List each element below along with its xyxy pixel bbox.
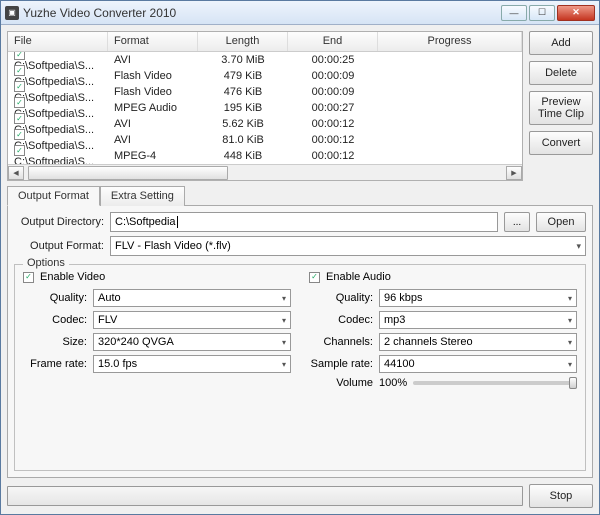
tabs: Output Format Extra Setting Output Direc…	[7, 185, 593, 478]
window-title: Yuzhe Video Converter 2010	[23, 6, 499, 20]
audio-quality-value: 96 kbps	[384, 292, 423, 304]
audio-codec-value: mp3	[384, 314, 405, 326]
preview-time-clip-button[interactable]: PreviewTime Clip	[529, 91, 593, 125]
tab-output-format[interactable]: Output Format	[7, 186, 100, 206]
options-group: Options ✓ Enable Video Quality:Auto Code…	[14, 264, 586, 471]
row-checkbox[interactable]: ✓	[14, 129, 25, 140]
audio-quality-combo[interactable]: 96 kbps	[379, 289, 577, 307]
volume-slider-thumb[interactable]	[569, 377, 577, 389]
text-caret	[177, 216, 178, 228]
col-length[interactable]: Length	[198, 32, 288, 51]
volume-value: 100%	[379, 377, 407, 389]
delete-button[interactable]: Delete	[529, 61, 593, 85]
audio-column: ✓ Enable Audio Quality: 96 kbps Codec: mp3…	[309, 271, 577, 389]
output-format-value: FLV - Flash Video (*.flv)	[115, 240, 231, 252]
video-size-value: 320*240 QVGA	[98, 336, 174, 348]
output-directory-input[interactable]: C:\Softpedia	[110, 212, 498, 232]
convert-button[interactable]: Convert	[529, 131, 593, 155]
options-columns: ✓ Enable Video Quality: Auto Codec: FLV Si…	[23, 271, 577, 389]
col-progress[interactable]: Progress	[378, 32, 522, 51]
audio-channels-value: 2 channels Stereo	[384, 336, 473, 348]
video-framerate-combo[interactable]: 15.0 fps	[93, 355, 291, 373]
scroll-left-button[interactable]: ◀	[8, 166, 24, 180]
table-row[interactable]: ✓C:\Softpedia\S...MPEG-4448 KiB00:00:12	[8, 148, 522, 164]
audio-channels-label: Channels:	[309, 336, 373, 348]
video-size-label: Size:	[23, 336, 87, 348]
minimize-button[interactable]: —	[501, 5, 527, 21]
audio-codec-label: Codec:	[309, 314, 373, 326]
app-window: ▣ Yuzhe Video Converter 2010 — ☐ ✕ File …	[0, 0, 600, 515]
col-format[interactable]: Format	[108, 32, 198, 51]
output-format-label: Output Format:	[14, 240, 104, 252]
video-framerate-label: Frame rate:	[23, 358, 87, 370]
tab-extra-setting[interactable]: Extra Setting	[100, 186, 185, 206]
enable-video-checkbox[interactable]: ✓	[23, 272, 34, 283]
col-file[interactable]: File	[8, 32, 108, 51]
content-area: File Format Length End Progress ✓C:\Soft…	[1, 25, 599, 514]
file-list-header: File Format Length End Progress	[8, 32, 522, 52]
volume-slider[interactable]	[413, 381, 577, 385]
output-directory-label: Output Directory:	[14, 216, 104, 228]
row-checkbox[interactable]: ✓	[14, 81, 25, 92]
row-checkbox[interactable]: ✓	[14, 52, 25, 60]
enable-audio-row: ✓ Enable Audio	[309, 271, 577, 283]
browse-button[interactable]: ...	[504, 212, 530, 232]
video-framerate-value: 15.0 fps	[98, 358, 137, 370]
file-list: File Format Length End Progress ✓C:\Soft…	[7, 31, 523, 181]
side-buttons: Add Delete PreviewTime Clip Convert	[529, 31, 593, 181]
audio-channels-combo[interactable]: 2 channels Stereo	[379, 333, 577, 351]
audio-samplerate-combo[interactable]: 44100	[379, 355, 577, 373]
video-quality-label: Quality:	[23, 292, 87, 304]
enable-video-row: ✓ Enable Video	[23, 271, 291, 283]
maximize-button[interactable]: ☐	[529, 5, 555, 21]
row-checkbox[interactable]: ✓	[14, 65, 25, 76]
app-icon: ▣	[5, 6, 19, 20]
add-button[interactable]: Add	[529, 31, 593, 55]
enable-audio-label: Enable Audio	[326, 271, 391, 283]
volume-label: Volume	[309, 377, 373, 389]
col-end[interactable]: End	[288, 32, 378, 51]
enable-audio-checkbox[interactable]: ✓	[309, 272, 320, 283]
audio-samplerate-label: Sample rate:	[309, 358, 373, 370]
enable-video-label: Enable Video	[40, 271, 105, 283]
tabstrip: Output Format Extra Setting	[7, 186, 593, 206]
video-codec-combo[interactable]: FLV	[93, 311, 291, 329]
close-button[interactable]: ✕	[557, 5, 595, 21]
open-button[interactable]: Open	[536, 212, 586, 232]
stop-button[interactable]: Stop	[529, 484, 593, 508]
titlebar: ▣ Yuzhe Video Converter 2010 — ☐ ✕	[1, 1, 599, 25]
file-list-body[interactable]: ✓C:\Softpedia\S...AVI3.70 MiB00:00:25✓C:…	[8, 52, 522, 164]
horizontal-scrollbar[interactable]: ◀ ▶	[8, 164, 522, 180]
options-title: Options	[23, 257, 69, 269]
output-format-row: Output Format: FLV - Flash Video (*.flv)	[14, 236, 586, 256]
scroll-right-button[interactable]: ▶	[506, 166, 522, 180]
audio-samplerate-value: 44100	[384, 358, 415, 370]
output-format-combo[interactable]: FLV - Flash Video (*.flv)	[110, 236, 586, 256]
audio-codec-combo[interactable]: mp3	[379, 311, 577, 329]
video-quality-combo[interactable]: Auto	[93, 289, 291, 307]
output-directory-value: C:\Softpedia	[115, 216, 176, 228]
row-checkbox[interactable]: ✓	[14, 145, 25, 156]
top-row: File Format Length End Progress ✓C:\Soft…	[7, 31, 593, 181]
progress-bar	[7, 486, 523, 506]
video-codec-value: FLV	[98, 314, 117, 326]
scroll-thumb[interactable]	[28, 166, 228, 180]
bottom-row: Stop	[7, 484, 593, 508]
video-quality-value: Auto	[98, 292, 121, 304]
tab-panel-output: Output Directory: C:\Softpedia ... Open …	[7, 205, 593, 478]
row-checkbox[interactable]: ✓	[14, 97, 25, 108]
video-codec-label: Codec:	[23, 314, 87, 326]
video-size-combo[interactable]: 320*240 QVGA	[93, 333, 291, 351]
row-checkbox[interactable]: ✓	[14, 113, 25, 124]
video-column: ✓ Enable Video Quality: Auto Codec: FLV Si…	[23, 271, 291, 389]
output-directory-row: Output Directory: C:\Softpedia ... Open	[14, 212, 586, 232]
audio-quality-label: Quality:	[309, 292, 373, 304]
volume-row: Volume 100%	[309, 377, 577, 389]
